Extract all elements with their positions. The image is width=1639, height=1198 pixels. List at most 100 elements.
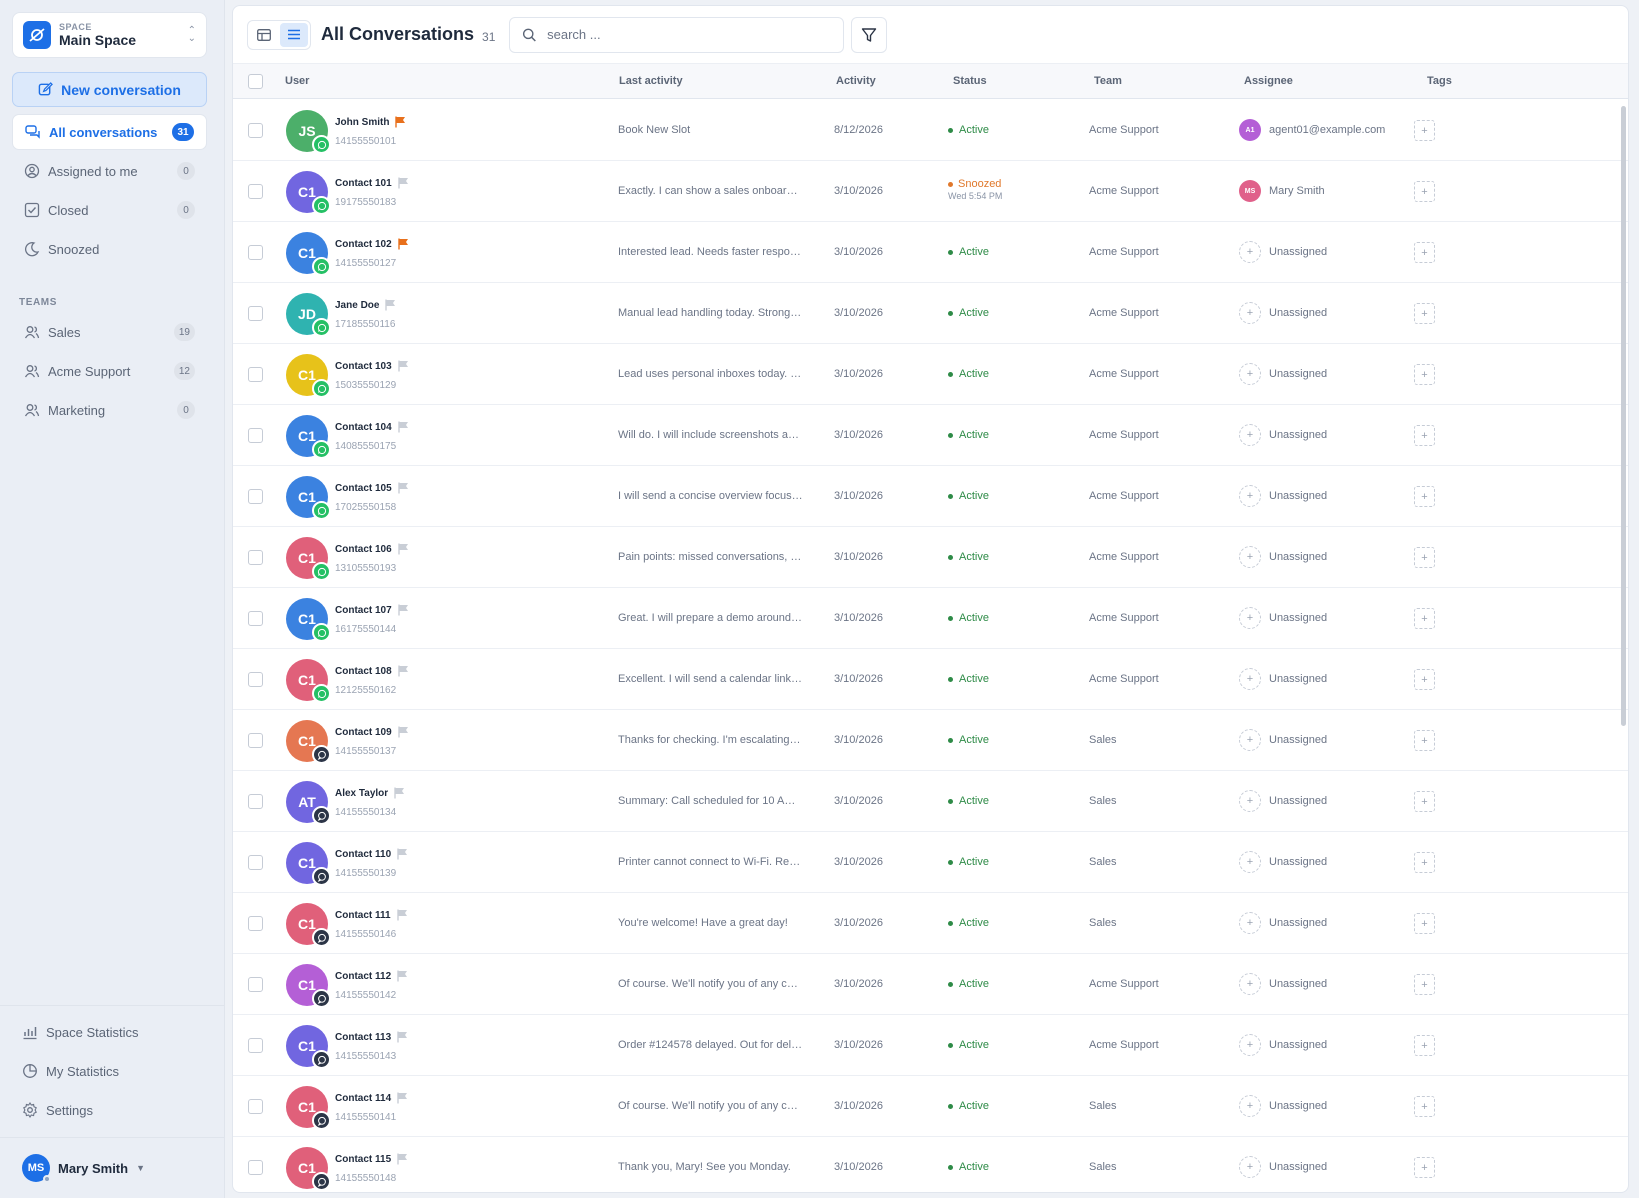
- table-row[interactable]: C1 Contact 104 14085550175 Will do. I will …: [233, 405, 1628, 466]
- table-row[interactable]: C1 Contact 101 19175550183 Exactly. I can s…: [233, 161, 1628, 222]
- assignee[interactable]: + Unassigned: [1239, 424, 1327, 446]
- assignee[interactable]: + Unassigned: [1239, 851, 1327, 873]
- add-tag-button[interactable]: +: [1414, 974, 1435, 995]
- user-menu[interactable]: MS Mary Smith ▼: [22, 1154, 145, 1183]
- row-checkbox[interactable]: [248, 184, 263, 199]
- settings-link[interactable]: Settings: [22, 1098, 93, 1122]
- assign-plus-icon[interactable]: +: [1239, 729, 1261, 751]
- team-item-marketing[interactable]: Marketing 0: [12, 392, 207, 428]
- assignee[interactable]: + Unassigned: [1239, 1095, 1327, 1117]
- table-row[interactable]: C1 Contact 110 14155550139 Printer cannot c…: [233, 832, 1628, 893]
- my-statistics-link[interactable]: My Statistics: [22, 1059, 119, 1083]
- assign-plus-icon[interactable]: +: [1239, 302, 1261, 324]
- flag-icon[interactable]: [397, 1031, 408, 1043]
- nav-snoozed[interactable]: Snoozed: [12, 231, 207, 267]
- add-tag-button[interactable]: +: [1414, 913, 1435, 934]
- table-row[interactable]: C1 Contact 105 17025550158 I will send a co…: [233, 466, 1628, 527]
- row-checkbox[interactable]: [248, 428, 263, 443]
- add-tag-button[interactable]: +: [1414, 181, 1435, 202]
- assign-plus-icon[interactable]: +: [1239, 668, 1261, 690]
- nav-assigned-to-me[interactable]: Assigned to me 0: [12, 153, 207, 189]
- assign-plus-icon[interactable]: +: [1239, 485, 1261, 507]
- assignee[interactable]: + Unassigned: [1239, 973, 1327, 995]
- assign-plus-icon[interactable]: +: [1239, 851, 1261, 873]
- table-row[interactable]: C1 Contact 109 14155550137 Thanks for check…: [233, 710, 1628, 771]
- table-row[interactable]: C1 Contact 115 14155550148 Thank you, Mary!…: [233, 1137, 1628, 1192]
- row-checkbox[interactable]: [248, 672, 263, 687]
- row-checkbox[interactable]: [248, 977, 263, 992]
- assignee[interactable]: + Unassigned: [1239, 485, 1327, 507]
- assignee[interactable]: + Unassigned: [1239, 790, 1327, 812]
- column-header-tags[interactable]: Tags: [1427, 75, 1452, 87]
- flag-icon[interactable]: [396, 909, 408, 921]
- assign-plus-icon[interactable]: +: [1239, 1095, 1261, 1117]
- add-tag-button[interactable]: +: [1414, 791, 1435, 812]
- table-row[interactable]: C1 Contact 108 12125550162 Excellent. I wil…: [233, 649, 1628, 710]
- table-row[interactable]: C1 Contact 106 13105550193 Pain points: mis…: [233, 527, 1628, 588]
- flag-icon[interactable]: [395, 116, 406, 128]
- add-tag-button[interactable]: +: [1414, 669, 1435, 690]
- flag-icon[interactable]: [397, 604, 409, 616]
- assignee[interactable]: + Unassigned: [1239, 607, 1327, 629]
- assignee[interactable]: + Unassigned: [1239, 302, 1327, 324]
- column-header-user[interactable]: User: [285, 75, 309, 87]
- row-checkbox[interactable]: [248, 367, 263, 382]
- table-row[interactable]: C1 Contact 111 14155550146 You're welcome! …: [233, 893, 1628, 954]
- row-checkbox[interactable]: [248, 245, 263, 260]
- row-checkbox[interactable]: [248, 1038, 263, 1053]
- table-row[interactable]: JD Jane Doe 17185550116 Manual lead handlin…: [233, 283, 1628, 344]
- assign-plus-icon[interactable]: +: [1239, 607, 1261, 629]
- assign-plus-icon[interactable]: +: [1239, 363, 1261, 385]
- add-tag-button[interactable]: +: [1414, 1096, 1435, 1117]
- assign-plus-icon[interactable]: +: [1239, 1156, 1261, 1178]
- select-all-checkbox[interactable]: [248, 74, 263, 89]
- assign-plus-icon[interactable]: +: [1239, 241, 1261, 263]
- team-item-acme-support[interactable]: Acme Support 12: [12, 353, 207, 389]
- assign-plus-icon[interactable]: +: [1239, 973, 1261, 995]
- assign-plus-icon[interactable]: +: [1239, 790, 1261, 812]
- flag-icon[interactable]: [397, 665, 409, 677]
- table-row[interactable]: C1 Contact 107 16175550144 Great. I will pr…: [233, 588, 1628, 649]
- row-checkbox[interactable]: [248, 489, 263, 504]
- assign-plus-icon[interactable]: +: [1239, 546, 1261, 568]
- column-header-team[interactable]: Team: [1094, 75, 1122, 87]
- row-checkbox[interactable]: [248, 1099, 263, 1114]
- search-input[interactable]: [547, 27, 832, 42]
- assignee[interactable]: + Unassigned: [1239, 912, 1327, 934]
- new-conversation-button[interactable]: New conversation: [12, 72, 207, 107]
- flag-icon[interactable]: [397, 970, 408, 982]
- assign-plus-icon[interactable]: +: [1239, 1034, 1261, 1056]
- row-checkbox[interactable]: [248, 794, 263, 809]
- flag-icon[interactable]: [397, 1092, 408, 1104]
- column-header-status[interactable]: Status: [953, 75, 987, 87]
- column-header-activity[interactable]: Activity: [836, 75, 876, 87]
- scrollbar-thumb[interactable]: [1621, 106, 1626, 726]
- row-checkbox[interactable]: [248, 733, 263, 748]
- row-checkbox[interactable]: [248, 123, 263, 138]
- assignee[interactable]: + Unassigned: [1239, 1034, 1327, 1056]
- flag-icon[interactable]: [397, 726, 409, 738]
- add-tag-button[interactable]: +: [1414, 486, 1435, 507]
- assignee[interactable]: A1 agent01@example.com: [1239, 119, 1385, 141]
- board-view-button[interactable]: [250, 23, 278, 47]
- column-header-last-activity[interactable]: Last activity: [619, 75, 683, 87]
- row-checkbox[interactable]: [248, 306, 263, 321]
- assignee[interactable]: + Unassigned: [1239, 241, 1327, 263]
- add-tag-button[interactable]: +: [1414, 852, 1435, 873]
- flag-icon[interactable]: [397, 543, 409, 555]
- assignee[interactable]: MS Mary Smith: [1239, 180, 1325, 202]
- space-statistics-link[interactable]: Space Statistics: [22, 1020, 139, 1044]
- filter-button[interactable]: [851, 16, 888, 53]
- row-checkbox[interactable]: [248, 611, 263, 626]
- add-tag-button[interactable]: +: [1414, 303, 1435, 324]
- add-tag-button[interactable]: +: [1414, 1035, 1435, 1056]
- add-tag-button[interactable]: +: [1414, 608, 1435, 629]
- column-header-assignee[interactable]: Assignee: [1244, 75, 1293, 87]
- table-row[interactable]: C1 Contact 112 14155550142 Of course. We'll…: [233, 954, 1628, 1015]
- assign-plus-icon[interactable]: +: [1239, 912, 1261, 934]
- row-checkbox[interactable]: [248, 1160, 263, 1175]
- space-switcher[interactable]: SPACE Main Space ⌃ ⌄: [12, 12, 207, 58]
- assignee[interactable]: + Unassigned: [1239, 546, 1327, 568]
- table-row[interactable]: JS John Smith 14155550101 Book New Slot 8/12…: [233, 100, 1628, 161]
- assignee[interactable]: + Unassigned: [1239, 363, 1327, 385]
